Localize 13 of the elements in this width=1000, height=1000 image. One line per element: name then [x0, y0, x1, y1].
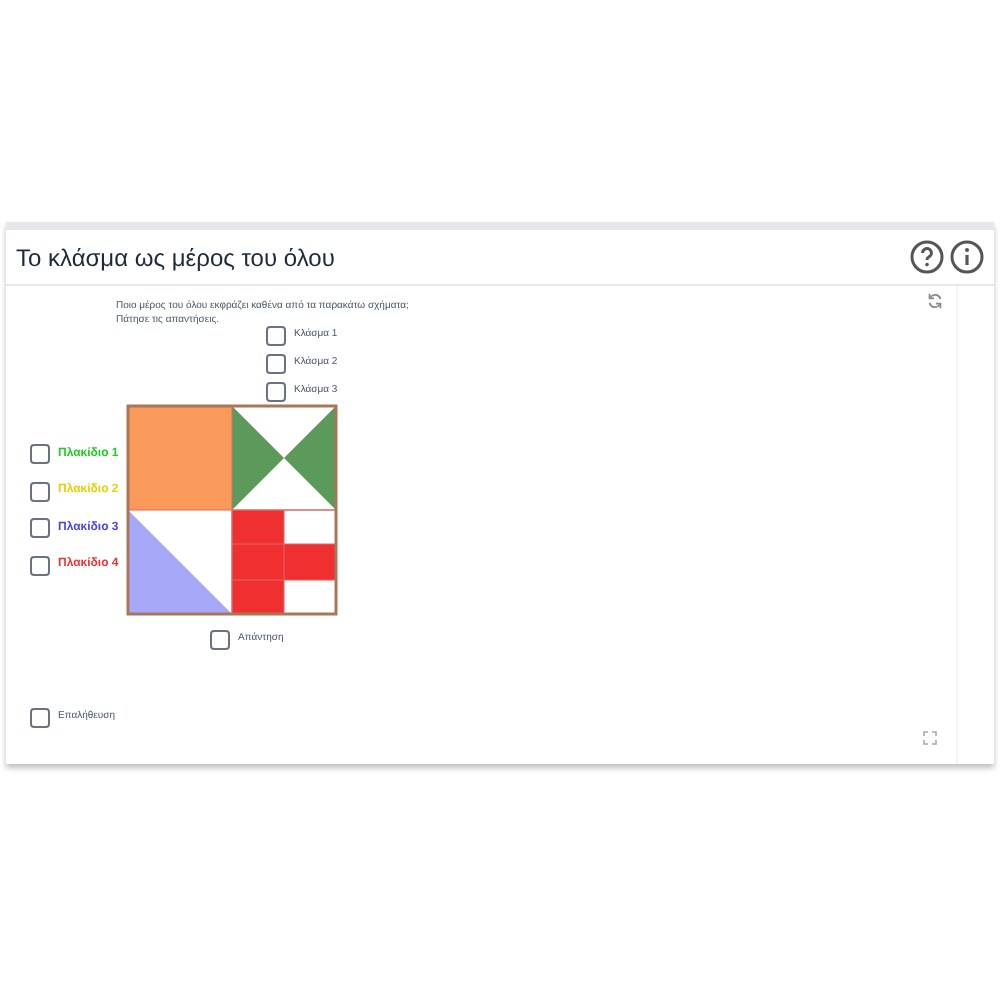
reset-icon[interactable]: [926, 292, 944, 310]
help-icon[interactable]: [910, 240, 944, 274]
checkbox[interactable]: [210, 630, 230, 650]
info-icon[interactable]: [950, 240, 984, 274]
checkbox[interactable]: [30, 481, 50, 501]
checkbox[interactable]: [266, 326, 286, 346]
window-title: Το κλάσμα ως μέρος του όλου: [16, 241, 335, 275]
checkbox[interactable]: [266, 382, 286, 402]
checkbox[interactable]: [30, 708, 50, 728]
checkbox[interactable]: [30, 518, 50, 538]
checkbox[interactable]: [30, 444, 50, 464]
checkbox[interactable]: [30, 555, 50, 575]
checkbox[interactable]: [266, 354, 286, 374]
